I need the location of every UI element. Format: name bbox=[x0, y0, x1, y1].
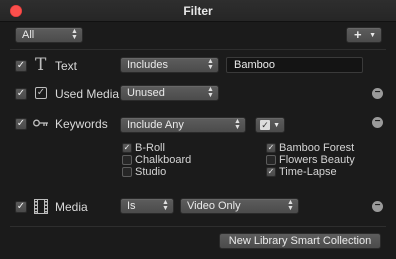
divider bbox=[10, 226, 386, 227]
close-window-button[interactable] bbox=[10, 5, 22, 17]
popup-arrows-icon: ▲ ▼ bbox=[234, 118, 241, 131]
add-rule-label: + bbox=[354, 27, 362, 42]
media-operator-popup[interactable]: Is ▲ ▼ bbox=[120, 198, 174, 214]
keywords-select-menu[interactable]: ✓ ▼ bbox=[255, 117, 285, 133]
divider bbox=[10, 49, 386, 50]
keywords-rule-label: Keywords bbox=[55, 117, 108, 131]
match-popup-value: All bbox=[22, 29, 35, 41]
chevron-down-icon: ▼ bbox=[273, 122, 280, 129]
used-media-rule-label: Used Media bbox=[55, 87, 120, 101]
window-title: Filter bbox=[183, 3, 213, 18]
keyword-checkbox[interactable]: ✓ bbox=[266, 167, 276, 177]
text-operator-popup[interactable]: Includes ▲ ▼ bbox=[120, 57, 219, 73]
keyword-label: Chalkboard bbox=[135, 154, 192, 166]
text-value-field[interactable]: Bamboo bbox=[226, 57, 363, 73]
chevron-down-icon: ▼ bbox=[369, 32, 376, 39]
popup-arrows-icon: ▲ ▼ bbox=[287, 199, 294, 212]
keywords-rule-toggle[interactable]: ✓ bbox=[15, 118, 27, 130]
media-rule-label: Media bbox=[55, 200, 88, 214]
keyword-checkbox[interactable]: ✓ bbox=[266, 143, 276, 153]
text-rule-toggle[interactable]: ✓ bbox=[15, 60, 27, 72]
media-operator-value: Is bbox=[127, 200, 136, 212]
popup-arrows-icon: ▲ ▼ bbox=[71, 28, 78, 41]
media-type-popup[interactable]: Video Only ▲ ▼ bbox=[180, 198, 299, 214]
film-icon bbox=[34, 199, 48, 214]
keyword-label: B-Roll bbox=[135, 142, 165, 154]
popup-arrows-icon: ▲ ▼ bbox=[162, 199, 169, 212]
keyword-checkbox[interactable] bbox=[122, 167, 132, 177]
text-icon: T bbox=[35, 55, 47, 75]
used-media-rule-toggle[interactable]: ✓ bbox=[15, 88, 27, 100]
popup-arrows-icon: ▲ ▼ bbox=[207, 86, 214, 99]
used-media-checkbox-icon: ✓ bbox=[35, 87, 47, 99]
keyword-label: Time-Lapse bbox=[279, 166, 337, 178]
key-icon bbox=[33, 119, 48, 127]
checkbox-icon: ✓ bbox=[260, 120, 270, 130]
keyword-checkbox[interactable] bbox=[266, 155, 276, 165]
remove-media-rule-button[interactable]: − bbox=[372, 201, 383, 212]
keyword-label: Bamboo Forest bbox=[279, 142, 355, 154]
media-type-value: Video Only bbox=[187, 200, 241, 212]
keyword-label: Studio bbox=[135, 166, 167, 178]
keywords-operator-value: Include Any bbox=[127, 119, 184, 131]
popup-arrows-icon: ▲ ▼ bbox=[207, 58, 214, 71]
media-rule-toggle[interactable]: ✓ bbox=[15, 201, 27, 213]
used-media-value: Unused bbox=[127, 87, 165, 99]
keyword-checkbox[interactable] bbox=[122, 155, 132, 165]
used-media-popup[interactable]: Unused ▲ ▼ bbox=[120, 85, 219, 101]
text-operator-value: Includes bbox=[127, 59, 168, 71]
add-rule-button[interactable]: + ▼ bbox=[346, 27, 382, 43]
text-value: Bamboo bbox=[234, 59, 275, 71]
title-bar: Filter bbox=[0, 0, 396, 22]
keyword-label: Flowers Beauty bbox=[279, 154, 355, 166]
match-popup[interactable]: All ▲ ▼ bbox=[15, 27, 83, 43]
keywords-operator-popup[interactable]: Include Any ▲ ▼ bbox=[120, 117, 246, 133]
text-rule-label: Text bbox=[55, 59, 78, 73]
new-collection-label: New Library Smart Collection bbox=[228, 235, 372, 247]
remove-used-media-rule-button[interactable]: − bbox=[372, 88, 383, 99]
keyword-checkbox[interactable]: ✓ bbox=[122, 143, 132, 153]
new-library-smart-collection-button[interactable]: New Library Smart Collection bbox=[219, 233, 381, 249]
remove-keywords-rule-button[interactable]: − bbox=[372, 117, 383, 128]
